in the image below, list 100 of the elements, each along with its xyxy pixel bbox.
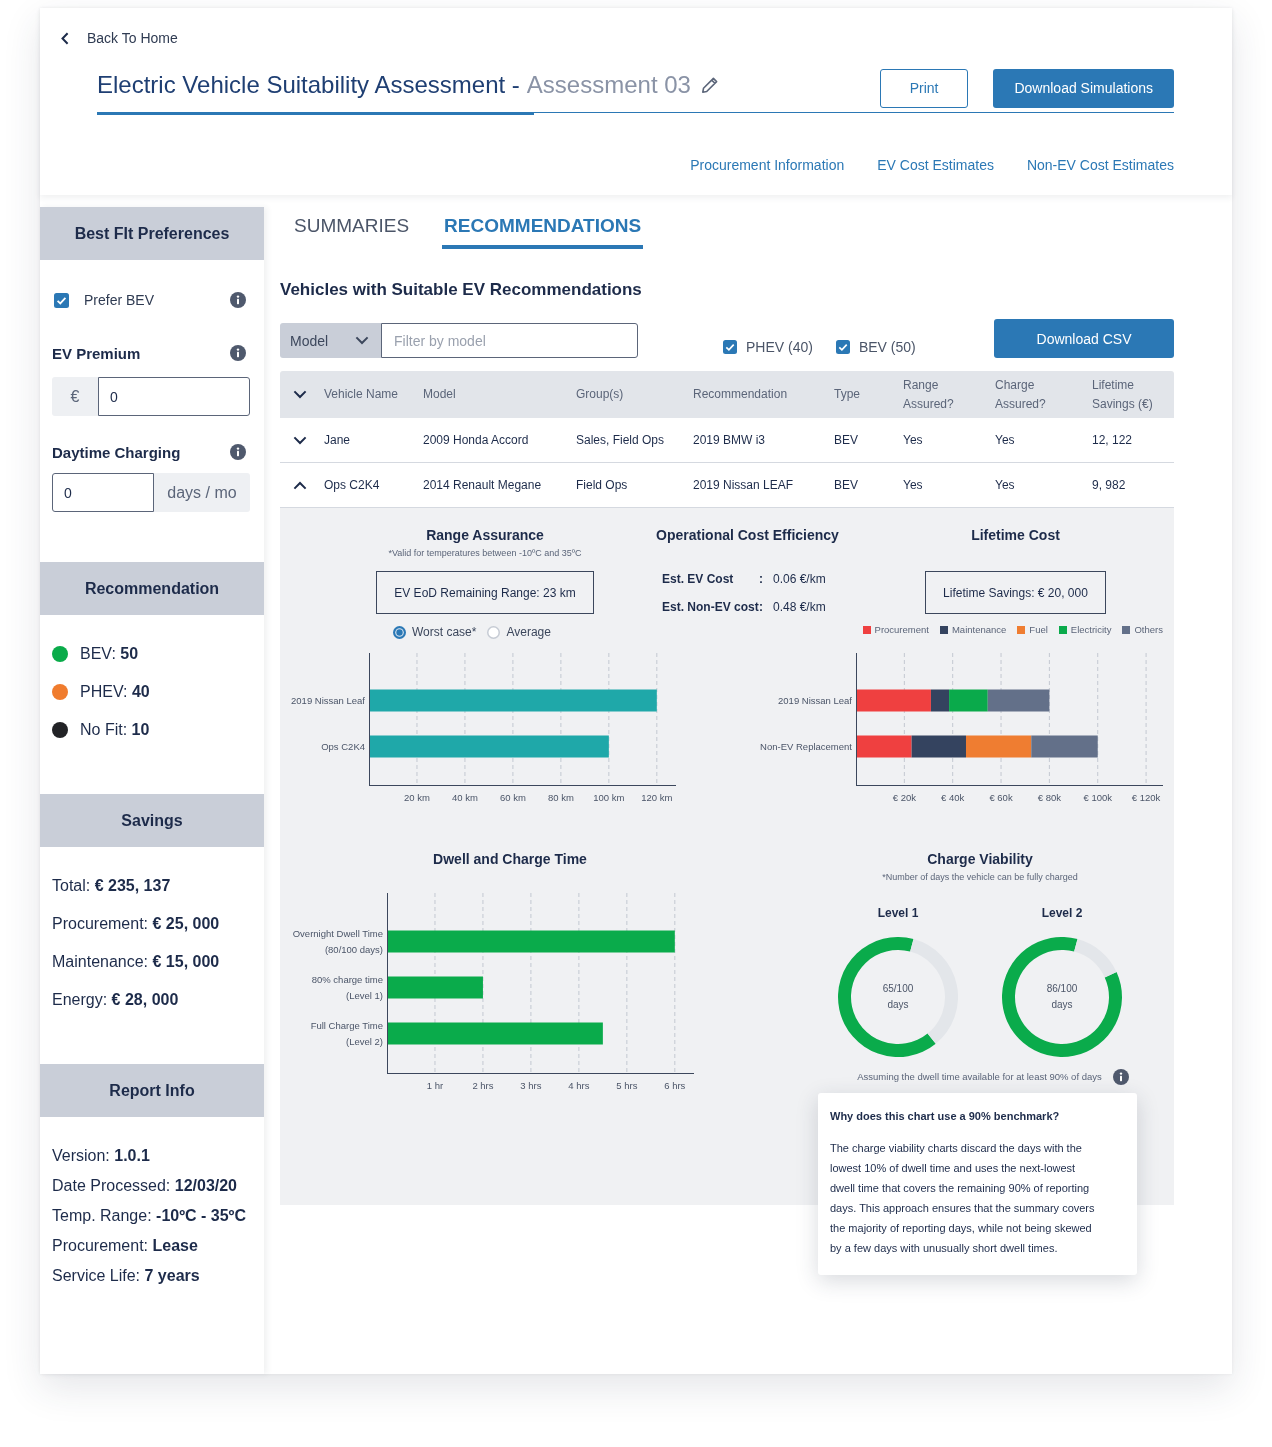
category-label: Overnight Dwell Time (80/100 days) xyxy=(291,926,383,957)
tab[interactable]: RECOMMENDATIONS xyxy=(442,215,644,249)
pencil-icon[interactable] xyxy=(700,76,719,94)
checkbox-label: BEV (50) xyxy=(858,338,916,357)
section-header: Recommendation xyxy=(40,562,264,615)
tick-label: 80 km xyxy=(547,792,574,804)
column-header: Vehicle Name xyxy=(324,386,400,403)
chart-title: Operational Cost Efficiency xyxy=(656,526,839,544)
tick-label: 5 hrs xyxy=(616,1080,638,1092)
table-cell-text: Yes xyxy=(995,432,1016,448)
column-header: Model xyxy=(423,386,457,403)
category-label: Full Charge Time (Level 2) xyxy=(309,1018,383,1049)
radio-label: Worst case* xyxy=(412,624,477,640)
table-cell-text: 12, 122 xyxy=(1092,432,1134,448)
cost-value: 0.06 €/km xyxy=(773,571,826,588)
category-label: 80% charge time (Level 1) xyxy=(310,972,383,1003)
cost-label: Est. Non-EV cost xyxy=(662,599,759,616)
info-icon[interactable] xyxy=(230,292,246,308)
table-cell-text: Sales, Field Ops xyxy=(576,432,666,448)
radio-label: Average xyxy=(506,624,551,640)
table-cell-text: Jane xyxy=(324,432,352,448)
tab[interactable]: SUMMARIES xyxy=(292,215,412,249)
radio-button[interactable] xyxy=(393,625,406,639)
chart-note: *Valid for temperatures between -10ºC and 35ºC xyxy=(388,547,582,559)
tick-label: 60 km xyxy=(499,792,526,804)
tick-label: 20 km xyxy=(404,792,430,804)
nav-link[interactable]: Non-EV Cost Estimates xyxy=(1026,156,1174,173)
tick-label: 120 km xyxy=(641,792,673,804)
tick-label: 100 km xyxy=(593,792,625,804)
chart-title: Charge Viability xyxy=(927,850,1033,868)
chevron-down-icon[interactable] xyxy=(293,435,307,445)
tick-label: € 20k xyxy=(892,792,916,804)
section-header: Savings xyxy=(40,794,264,847)
column-header: Range Assured? xyxy=(903,376,955,413)
callout-box: Lifetime Savings: € 20, 000 xyxy=(925,571,1106,614)
nav-link[interactable]: Procurement Information xyxy=(690,156,845,173)
section-heading: Vehicles with Suitable EV Recommendations xyxy=(280,280,643,300)
tick-label: 2 hrs xyxy=(472,1080,494,1092)
table-cell-text: Yes xyxy=(995,477,1016,493)
tick-label: € 80k xyxy=(1037,792,1061,804)
savings-line: Energy: € 28, 000 xyxy=(52,990,180,1010)
recommendation-count: PHEV: 40 xyxy=(80,682,150,702)
tick-label: 6 hrs xyxy=(664,1080,686,1092)
tooltip-text: The charge viability charts discard the days with the lowest 10% of dwell time and uses the next-lowest dwell time that covers the remaining 90% of reporting days. This approach ensures that the summary covers the majority of reporting days, while not being skewed by a few days with unusually short dwell times. xyxy=(830,1141,1096,1256)
nav-link[interactable]: EV Cost Estimates xyxy=(877,156,994,173)
tooltip-title: Why does this chart use a 90% benchmark? xyxy=(830,1109,1061,1123)
tick-label: 1 hr xyxy=(426,1080,444,1092)
tick-label: € 60k xyxy=(989,792,1013,804)
chevron-up-icon[interactable] xyxy=(293,480,307,490)
separator-text: : xyxy=(759,599,764,616)
donut-unit: days xyxy=(1050,998,1074,1012)
table-cell-text: 2019 Nissan LEAF xyxy=(693,477,795,493)
category-label: 2019 Nissan Leaf xyxy=(291,693,365,708)
table-cell-text: BEV xyxy=(834,432,859,448)
checkbox[interactable] xyxy=(54,292,69,308)
table-cell-text: Field Ops xyxy=(576,477,629,493)
info-icon[interactable] xyxy=(230,345,246,361)
tick-label: 3 hrs xyxy=(520,1080,542,1092)
assessment-name: Assessment 03 xyxy=(526,70,691,100)
legend-label: Procurement xyxy=(874,624,929,636)
savings-line: Maintenance: € 15, 000 xyxy=(52,952,221,972)
tick-label: € 100k xyxy=(1083,792,1112,804)
download-simulations-button[interactable]: Download Simulations xyxy=(993,68,1174,108)
chart-title: Level 1 xyxy=(877,905,919,921)
tick-label: 40 km xyxy=(452,792,478,804)
checkbox[interactable] xyxy=(723,340,737,354)
input-field[interactable]: 0 xyxy=(98,377,250,416)
table-cell-text: 9, 982 xyxy=(1092,477,1127,493)
table-cell-text: BEV xyxy=(834,477,859,493)
model-dropdown[interactable]: Model xyxy=(280,323,381,358)
donut-unit: days xyxy=(886,998,910,1012)
info-icon[interactable] xyxy=(230,444,246,460)
category-label: 2019 Nissan Leaf xyxy=(778,693,852,708)
chart-footnote: Assuming the dwell time available for at least 90% of days xyxy=(857,1070,1102,1084)
print-button[interactable]: Print xyxy=(879,68,969,108)
legend-label: Fuel xyxy=(1029,624,1048,636)
info-icon[interactable] xyxy=(1112,1069,1129,1085)
callout-box: EV EoD Remaining Range: 23 km xyxy=(376,571,594,614)
download-csv-button[interactable]: Download CSV xyxy=(994,319,1174,358)
column-header: Charge Assured? xyxy=(995,376,1047,413)
radio-button[interactable] xyxy=(487,625,501,639)
filter-input[interactable]: Filter by model xyxy=(381,323,638,358)
currency-prefix: € xyxy=(52,377,98,416)
chart-title: Level 2 xyxy=(1041,905,1083,921)
back-link[interactable]: Back To Home xyxy=(61,29,178,47)
tick-label: € 120k xyxy=(1131,792,1161,804)
chart-title: Lifetime Cost xyxy=(971,526,1060,544)
chevron-down-icon xyxy=(355,336,369,345)
chevron-down-icon[interactable] xyxy=(293,390,307,399)
column-header: Recommendation xyxy=(693,386,789,403)
checkbox[interactable] xyxy=(835,340,850,354)
savings-line: Procurement: € 25, 000 xyxy=(52,914,221,934)
tick-label: € 40k xyxy=(941,792,965,804)
savings-line: Total: € 235, 137 xyxy=(52,876,172,896)
cost-label: Est. EV Cost xyxy=(662,571,735,588)
table-cell-text: 2019 BMW i3 xyxy=(693,432,767,448)
table-cell-text: Ops C2K4 xyxy=(324,477,381,493)
info-line: Service Life: 7 years xyxy=(52,1266,201,1286)
field-label: Daytime Charging xyxy=(52,443,181,461)
input-field[interactable]: 0 xyxy=(52,473,154,512)
